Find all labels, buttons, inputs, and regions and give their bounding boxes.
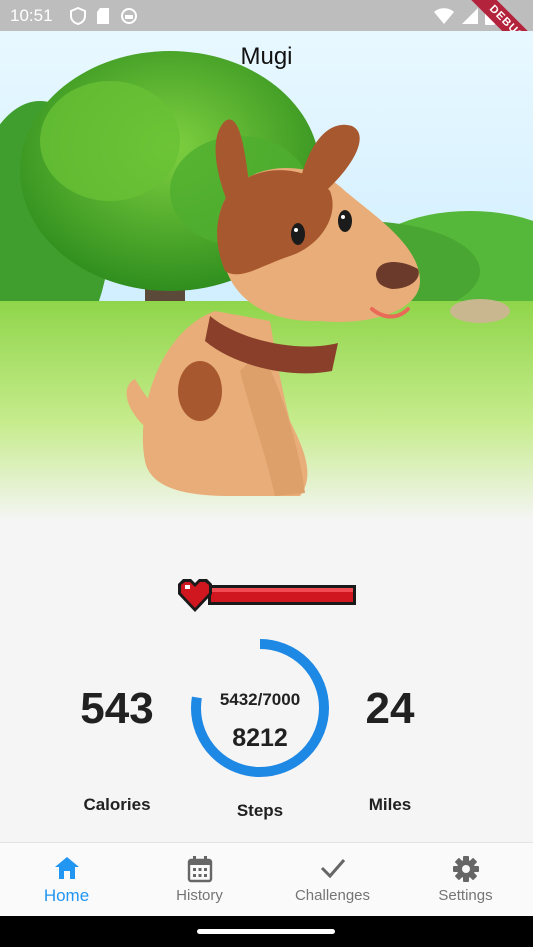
nav-history-label: History bbox=[176, 887, 223, 904]
steps-value: 8212 bbox=[232, 724, 288, 752]
nav-history[interactable]: History bbox=[133, 843, 266, 917]
miles-label: Miles bbox=[368, 795, 412, 814]
wifi-icon bbox=[434, 8, 454, 24]
steps-label: Steps bbox=[236, 801, 284, 820]
home-icon bbox=[54, 857, 79, 879]
sd-card-icon bbox=[97, 8, 109, 24]
calories-label: Calories bbox=[83, 795, 151, 814]
check-icon bbox=[320, 859, 345, 879]
miles-value: 24 bbox=[365, 684, 415, 733]
health-bar bbox=[175, 576, 360, 621]
home-gesture-pill[interactable] bbox=[197, 929, 335, 934]
calories-value: 543 bbox=[80, 684, 154, 733]
pet-scene-illustration bbox=[0, 31, 533, 521]
bottom-navigation: Home History Challenges Settings bbox=[0, 842, 533, 917]
calendar-icon bbox=[187, 856, 212, 883]
gear-icon bbox=[452, 856, 479, 882]
pet-scene: Mugi bbox=[0, 31, 533, 521]
nav-home-label: Home bbox=[43, 886, 90, 905]
nav-settings[interactable]: Settings bbox=[399, 843, 532, 917]
signal-icon bbox=[462, 8, 478, 24]
nav-challenges-label: Challenges bbox=[294, 887, 371, 904]
nav-settings-label: Settings bbox=[438, 887, 493, 904]
status-time: 10:51 bbox=[10, 6, 53, 25]
shield-icon bbox=[70, 7, 86, 25]
pet-name: Mugi bbox=[240, 43, 293, 70]
status-bar: 10:51 DEBUG bbox=[0, 0, 533, 72]
circle-status-icon bbox=[121, 8, 137, 24]
nav-challenges[interactable]: Challenges bbox=[266, 843, 399, 917]
nav-home[interactable]: Home bbox=[0, 843, 133, 917]
steps-progress-text: 5432/7000 bbox=[219, 690, 301, 709]
system-navigation-bar bbox=[0, 916, 533, 947]
heart-icon bbox=[178, 579, 212, 612]
